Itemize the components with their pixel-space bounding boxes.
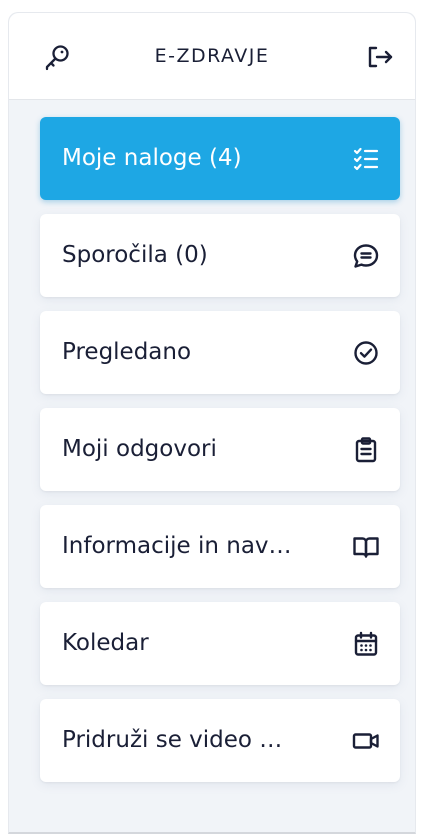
clipboard-icon [352,436,380,464]
menu-item-label: Moji odgovori [62,436,217,462]
menu-item-label: Koledar [62,630,149,656]
main-menu: Moje naloge (4) Sporočila (0) Pregledano… [40,117,400,796]
check-circle-icon [352,339,380,367]
app-header: E-ZDRAVJE [9,13,415,100]
menu-item-label: Informacije in nav… [62,533,292,559]
menu-item-my-tasks[interactable]: Moje naloge (4) [40,117,400,200]
menu-item-calendar[interactable]: Koledar [40,602,400,685]
video-camera-icon [352,727,380,755]
app-title: E-ZDRAVJE [154,45,270,67]
logout-icon[interactable] [367,45,393,69]
menu-item-my-answers[interactable]: Moji odgovori [40,408,400,491]
book-icon [352,533,380,561]
menu-item-label: Moje naloge (4) [62,145,242,171]
chat-icon [352,242,380,270]
menu-item-label: Pridruži se video … [62,727,283,753]
calendar-icon [352,630,380,658]
tasks-list-icon [352,145,380,173]
navigation-panel: E-ZDRAVJE Moje naloge (4) Sporočila (0) … [8,12,416,834]
menu-item-label: Pregledano [62,339,192,365]
menu-item-reviewed[interactable]: Pregledano [40,311,400,394]
menu-item-label: Sporočila (0) [62,242,208,268]
menu-item-information[interactable]: Informacije in nav… [40,505,400,588]
menu-item-messages[interactable]: Sporočila (0) [40,214,400,297]
menu-item-video-call[interactable]: Pridruži se video … [40,699,400,782]
